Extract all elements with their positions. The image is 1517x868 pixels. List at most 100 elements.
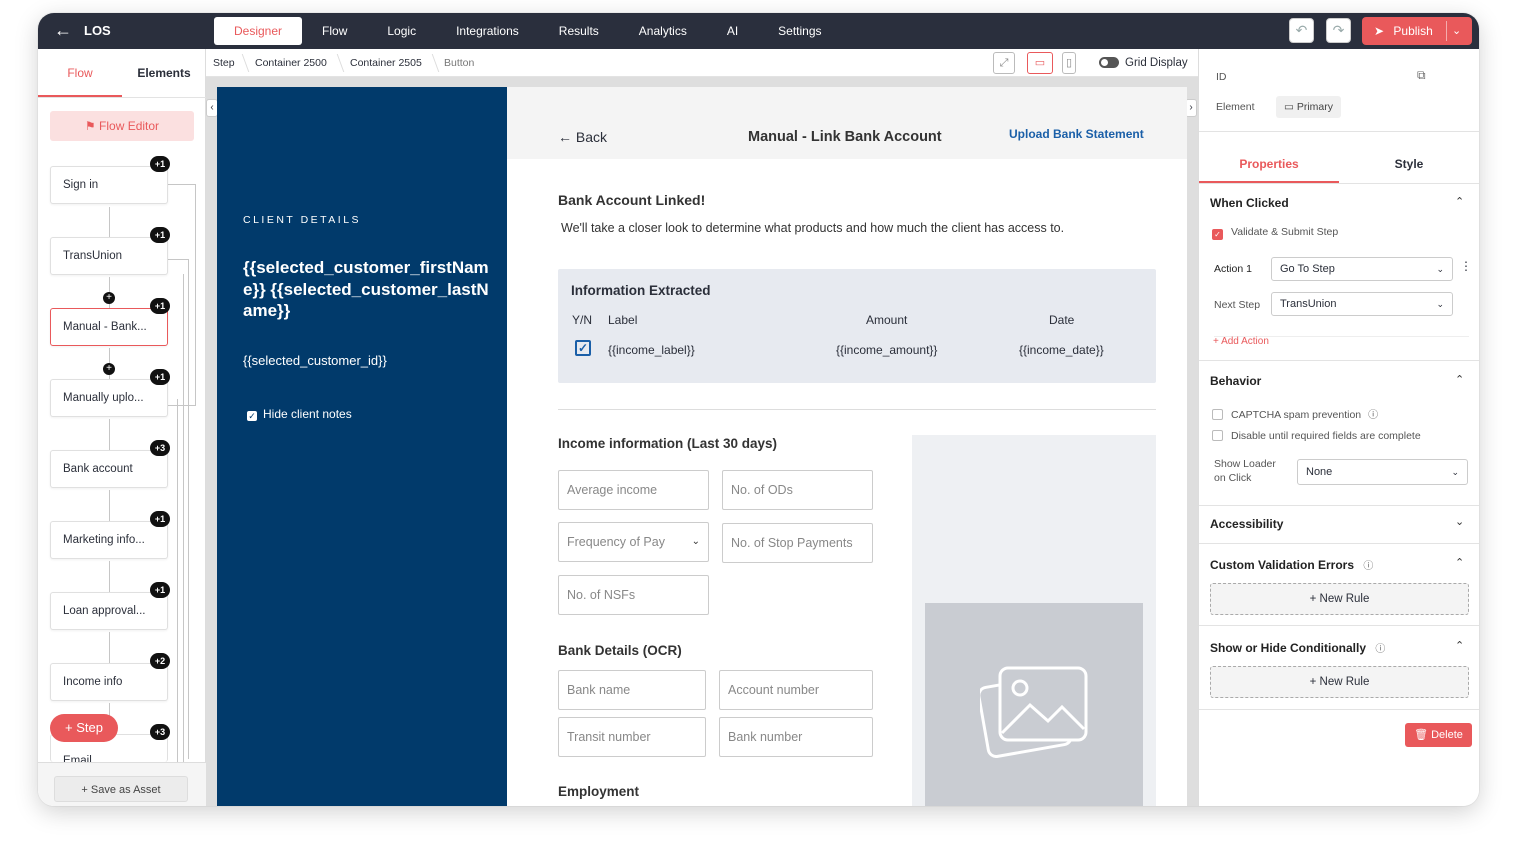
cell-date: {{income_date}}: [1019, 343, 1104, 357]
breadcrumb-container-2505[interactable]: Container 2505: [350, 49, 422, 77]
chevron-up-icon[interactable]: ⌃: [1455, 639, 1464, 652]
tab-properties[interactable]: Properties: [1199, 145, 1339, 183]
connector: [188, 259, 189, 759]
upload-bank-statement-link[interactable]: Upload Bank Statement: [1009, 127, 1144, 141]
connector: [168, 259, 188, 260]
linked-text: We'll take a closer look to determine wh…: [561, 221, 1065, 235]
element-type-chip: ▭ Primary: [1276, 96, 1342, 118]
info-icon[interactable]: ⓘ: [1368, 410, 1378, 421]
app-window: ← LOS Designer Flow Logic Integrations R…: [38, 13, 1479, 806]
id-label: ID: [1216, 71, 1227, 83]
flow-node-loan-approval[interactable]: Loan approval...: [50, 592, 168, 630]
flow-node-manual-bank[interactable]: Manual - Bank...: [50, 308, 168, 346]
hide-client-notes-checkbox[interactable]: ✓ Hide client notes: [247, 407, 352, 421]
top-bar: ← LOS Designer Flow Logic Integrations R…: [38, 13, 1479, 49]
element-type-value: Primary: [1296, 101, 1334, 113]
new-rule-button[interactable]: + New Rule: [1210, 583, 1469, 615]
undo-icon[interactable]: ↶: [1289, 18, 1314, 43]
next-step-select[interactable]: TransUnion ⌄: [1271, 292, 1453, 316]
form-title: Manual - Link Bank Account: [748, 129, 942, 145]
flow-node-marketing-info[interactable]: Marketing info...: [50, 521, 168, 559]
nav-analytics[interactable]: Analytics: [619, 17, 707, 45]
tab-style[interactable]: Style: [1339, 145, 1479, 183]
next-step-value: TransUnion: [1280, 298, 1337, 310]
new-rule-button[interactable]: + New Rule: [1210, 666, 1469, 698]
add-connection-icon[interactable]: +: [103, 363, 115, 375]
main-nav: Designer Flow Logic Integrations Results…: [214, 13, 842, 49]
back-arrow-icon[interactable]: ←: [54, 21, 72, 39]
col-label: Label: [608, 313, 638, 327]
employment-heading: Employment: [558, 784, 640, 799]
flow-node-income-info[interactable]: Income info: [50, 663, 168, 701]
nav-logic[interactable]: Logic: [367, 17, 436, 45]
chevron-down-icon[interactable]: ⌄: [1452, 17, 1461, 45]
validate-submit-label: Validate & Submit Step: [1231, 226, 1339, 238]
back-link[interactable]: ← Back: [558, 129, 607, 145]
bank-number-field[interactable]: Bank number: [719, 717, 873, 757]
nav-flow[interactable]: Flow: [302, 17, 367, 45]
flow-editor-button[interactable]: ⚑ Flow Editor: [50, 111, 194, 141]
connector: [177, 399, 178, 764]
frequency-of-pay-select[interactable]: Frequency of Pay ⌄: [558, 522, 709, 562]
flow-node-sign-in[interactable]: Sign in: [50, 166, 168, 204]
info-icon[interactable]: ⓘ: [1363, 561, 1373, 572]
breadcrumb-step[interactable]: Step: [213, 49, 235, 77]
col-amount: Amount: [866, 313, 908, 327]
tab-elements[interactable]: Elements: [122, 49, 206, 97]
grid-display-toggle[interactable]: [1099, 57, 1119, 68]
transit-number-field[interactable]: Transit number: [558, 717, 706, 757]
add-step-button[interactable]: + Step: [50, 714, 118, 742]
show-loader-select[interactable]: None ⌄: [1297, 459, 1468, 485]
add-action-link[interactable]: + Add Action: [1213, 336, 1269, 347]
cell-label: {{income_label}}: [608, 343, 695, 357]
no-of-stop-payments-field[interactable]: No. of Stop Payments: [722, 523, 873, 563]
disable-until-complete-checkbox[interactable]: Disable until required fields are comple…: [1212, 430, 1421, 442]
row-checkbox[interactable]: ✓: [575, 340, 591, 356]
nav-settings[interactable]: Settings: [758, 17, 841, 45]
divider: [1199, 505, 1479, 506]
redo-icon[interactable]: ↷: [1326, 18, 1351, 43]
chevron-up-icon[interactable]: ⌃: [1455, 556, 1464, 569]
disable-until-complete-label: Disable until required fields are comple…: [1231, 430, 1421, 442]
flow-node-bank-account[interactable]: Bank account: [50, 450, 168, 488]
plus-icon: +: [81, 784, 91, 796]
fullscreen-icon[interactable]: ⤢: [993, 52, 1015, 74]
info-icon[interactable]: ⓘ: [1375, 644, 1385, 655]
node-badge: +3: [150, 440, 170, 456]
publish-label: Publish: [1393, 24, 1433, 38]
nav-designer[interactable]: Designer: [214, 17, 303, 45]
flow-node-transunion[interactable]: TransUnion: [50, 237, 168, 275]
average-income-field[interactable]: Average income: [558, 470, 709, 510]
no-of-nsfs-field[interactable]: No. of NSFs: [558, 575, 709, 615]
nav-ai[interactable]: AI: [707, 17, 758, 45]
tab-flow[interactable]: Flow: [38, 49, 122, 97]
desktop-view-icon[interactable]: ▭: [1027, 52, 1053, 74]
save-as-asset-button[interactable]: + Save as Asset: [54, 776, 188, 802]
publish-button[interactable]: ➤ Publish ⌄: [1362, 17, 1472, 45]
add-connection-icon[interactable]: +: [103, 292, 115, 304]
action-1-select[interactable]: Go To Step ⌄: [1271, 257, 1453, 281]
breadcrumb-button[interactable]: Button: [444, 49, 474, 77]
nav-integrations[interactable]: Integrations: [436, 17, 539, 45]
chevron-up-icon[interactable]: ⌃: [1455, 195, 1464, 208]
flow-node-manually-upload[interactable]: Manually uplo...: [50, 379, 168, 417]
more-options-icon[interactable]: ⋮: [1460, 259, 1472, 273]
validate-submit-checkbox[interactable]: ✓ Validate & Submit Step: [1212, 226, 1338, 240]
delete-button[interactable]: 🗑 Delete: [1405, 723, 1472, 747]
nav-results[interactable]: Results: [539, 17, 619, 45]
copy-icon[interactable]: ⧉: [1417, 68, 1426, 83]
accessibility-title[interactable]: Accessibility: [1210, 517, 1283, 531]
show-loader-label: Show Loader on Click: [1214, 458, 1276, 484]
client-id: {{selected_customer_id}}: [243, 353, 387, 368]
no-of-ods-field[interactable]: No. of ODs: [722, 470, 873, 510]
checkbox-box: [1212, 409, 1223, 420]
chevron-up-icon[interactable]: ⌃: [1455, 373, 1464, 386]
mobile-view-icon[interactable]: ▯: [1062, 52, 1076, 74]
account-number-field[interactable]: Account number: [719, 670, 873, 710]
breadcrumb-container-2500[interactable]: Container 2500: [255, 49, 327, 77]
breadcrumb-separator: [422, 54, 440, 72]
behavior-title: Behavior: [1210, 374, 1262, 388]
chevron-down-icon[interactable]: ⌄: [1455, 515, 1464, 528]
bank-name-field[interactable]: Bank name: [558, 670, 706, 710]
captcha-checkbox[interactable]: CAPTCHA spam prevention ⓘ: [1212, 406, 1378, 421]
